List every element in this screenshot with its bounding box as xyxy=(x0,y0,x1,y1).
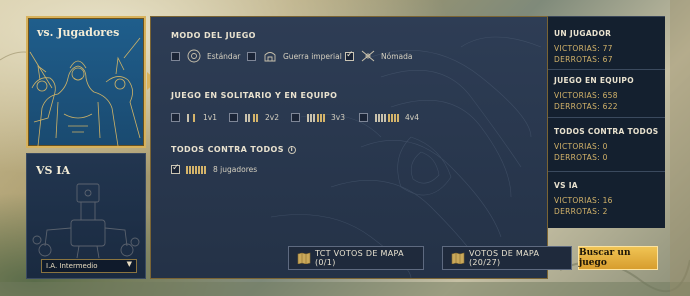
8-players-icon xyxy=(186,166,206,174)
standard-label: Estándar xyxy=(207,51,241,61)
1v1-players-icon xyxy=(187,114,195,122)
stat-team-title: JUEGO EN EQUIPO xyxy=(554,76,634,85)
4v4-label: 4v4 xyxy=(405,112,419,122)
3v3-players-icon xyxy=(307,114,325,122)
team-option-1v1[interactable]: 1v1 xyxy=(171,111,217,123)
find-game-button[interactable]: Buscar un juego xyxy=(578,246,658,270)
tct-map-votes-label: TCT VOTOS DE MAPA (0/1) xyxy=(315,249,404,267)
team-option-2v2[interactable]: 2v2 xyxy=(229,111,279,123)
ffa-option-8-players[interactable]: 8 jugadores xyxy=(171,163,257,175)
nomad-icon xyxy=(361,50,375,62)
team-option-3v3[interactable]: 3v3 xyxy=(291,111,345,123)
stat-one-player-wins: VICTORIAS: 77 xyxy=(554,44,613,53)
vs-ai-title: VS IA xyxy=(36,164,70,177)
stat-ai-losses: DERROTAS: 2 xyxy=(554,207,608,216)
stats-panel: UN JUGADOR VICTORIAS: 77 DERROTAS: 67 JU… xyxy=(548,16,665,228)
stat-one-player-losses: DERROTAS: 67 xyxy=(554,55,613,64)
nomad-label: Nómada xyxy=(381,51,413,61)
game-mode-heading: MODO DEL JUEGO xyxy=(171,31,256,40)
map-icon xyxy=(451,252,465,264)
stat-ai-title: VS IA xyxy=(554,181,578,190)
team-option-4v4[interactable]: 4v4 xyxy=(359,111,419,123)
1v1-checkbox[interactable] xyxy=(171,112,180,122)
4v4-players-icon xyxy=(375,114,399,122)
3v3-label: 3v3 xyxy=(331,112,345,122)
stat-ai-wins: VICTORIAS: 16 xyxy=(554,196,613,205)
8-players-label: 8 jugadores xyxy=(213,164,258,174)
chevron-down-icon: ▼ xyxy=(126,260,132,268)
mode-option-standard[interactable]: Estándar xyxy=(171,49,240,63)
stat-one-player-title: UN JUGADOR xyxy=(554,29,612,38)
stats-divider xyxy=(548,117,665,118)
vs-players-card[interactable]: vs. Jugadores xyxy=(26,16,146,148)
map-votes-button[interactable]: VOTOS DE MAPA (20/27) xyxy=(442,246,572,270)
standard-mode-icon xyxy=(187,49,201,63)
stats-divider xyxy=(548,69,665,70)
imperial-war-checkbox[interactable] xyxy=(247,51,256,61)
game-settings-panel: MODO DEL JUEGO Estándar Guerra imperial … xyxy=(150,16,548,279)
ffa-heading: TODOS CONTRA TODOS i xyxy=(171,145,296,154)
3v3-checkbox[interactable] xyxy=(291,112,300,122)
stat-ffa-losses: DERROTAS: 0 xyxy=(554,153,608,162)
ffa-heading-text: TODOS CONTRA TODOS xyxy=(171,145,284,154)
info-icon[interactable]: i xyxy=(287,145,296,154)
stat-team-losses: DERROTAS: 622 xyxy=(554,102,618,111)
tct-map-votes-button[interactable]: TCT VOTOS DE MAPA (0/1) xyxy=(288,246,424,270)
stat-team-wins: VICTORIAS: 658 xyxy=(554,91,618,100)
ai-difficulty-value: I.A. Intermedio xyxy=(46,262,98,270)
2v2-checkbox[interactable] xyxy=(229,112,238,122)
mode-option-imperial-war[interactable]: Guerra imperial xyxy=(247,49,342,63)
4v4-checkbox[interactable] xyxy=(359,112,368,122)
imperial-war-icon xyxy=(264,52,276,62)
vs-ai-card[interactable]: VS IA I.A. Intermedio ▼ xyxy=(26,153,146,279)
nomad-checkbox[interactable] xyxy=(345,50,354,61)
stat-ffa-wins: VICTORIAS: 0 xyxy=(554,142,608,151)
ai-difficulty-dropdown[interactable]: I.A. Intermedio ▼ xyxy=(41,259,137,273)
standard-checkbox[interactable] xyxy=(171,51,180,61)
stat-ffa-title: TODOS CONTRA TODOS xyxy=(554,127,659,136)
2v2-label: 2v2 xyxy=(265,112,279,122)
stats-divider xyxy=(548,171,665,172)
map-votes-label: VOTOS DE MAPA (20/27) xyxy=(469,249,540,267)
mode-option-nomad[interactable]: Nómada xyxy=(345,49,412,63)
1v1-label: 1v1 xyxy=(203,112,217,122)
vs-players-title: vs. Jugadores xyxy=(37,26,120,39)
2v2-players-icon xyxy=(245,114,258,122)
imperial-war-label: Guerra imperial xyxy=(283,51,342,61)
8-players-checkbox[interactable] xyxy=(171,163,180,174)
map-icon xyxy=(297,252,311,264)
solo-team-heading: JUEGO EN SOLITARIO Y EN EQUIPO xyxy=(171,91,338,100)
